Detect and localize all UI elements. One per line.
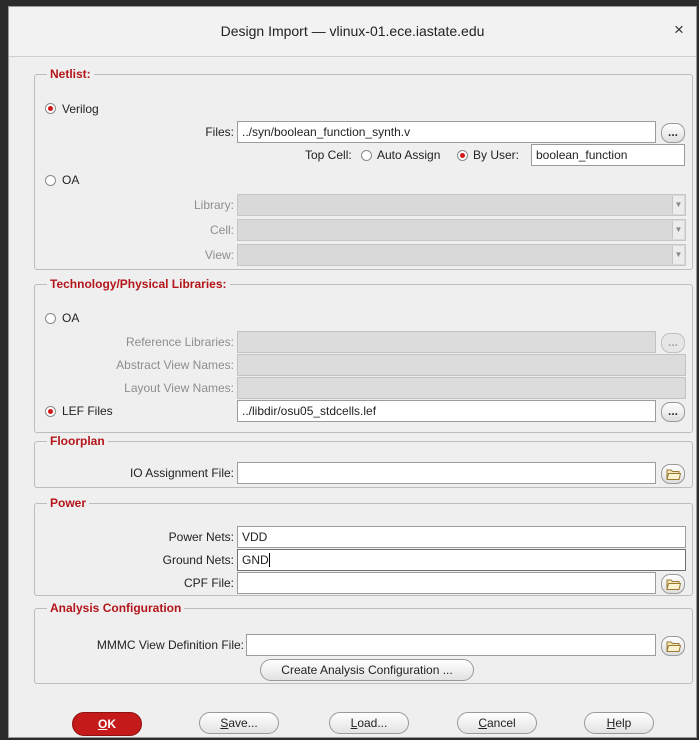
verilog-files-browse-button[interactable]: ...: [661, 123, 685, 143]
netlist-oa-label: OA: [62, 173, 80, 187]
power-legend: Power: [47, 495, 90, 511]
cpf-file-input[interactable]: [237, 572, 656, 594]
load-label: oad...: [357, 716, 388, 730]
window-title: Design Import — vlinux-01.ece.iastate.ed…: [220, 23, 485, 39]
folder-open-icon: [666, 579, 682, 590]
reference-libraries-browse-button[interactable]: ...: [661, 333, 685, 353]
library-label: Library:: [193, 198, 234, 212]
netlist-legend: Netlist:: [47, 66, 94, 82]
cancel-button[interactable]: Cancel: [457, 712, 537, 734]
analysis-configuration-group: Analysis Configuration MMMC View Definit…: [34, 600, 693, 684]
cancel-mnemonic: C: [478, 716, 487, 730]
close-icon[interactable]: ×: [670, 21, 688, 39]
create-analysis-configuration-button[interactable]: Create Analysis Configuration ...: [260, 659, 474, 681]
save-label: ave...: [228, 716, 258, 730]
power-group: Power Power Nets: VDD Ground Nets: GND C…: [34, 495, 693, 596]
tech-oa-radio[interactable]: [45, 313, 56, 324]
abstract-view-names-label: Abstract View Names:: [116, 358, 234, 372]
analysis-configuration-legend: Analysis Configuration: [47, 600, 185, 616]
top-cell-input[interactable]: boolean_function: [531, 144, 685, 166]
abstract-view-names-input[interactable]: [237, 354, 686, 376]
top-cell-label: Top Cell:: [305, 148, 352, 162]
design-import-dialog: Design Import — vlinux-01.ece.iastate.ed…: [8, 6, 697, 738]
title-bar: Design Import — vlinux-01.ece.iastate.ed…: [9, 7, 696, 57]
folder-open-icon: [666, 469, 682, 480]
text-cursor: [268, 553, 270, 567]
verilog-label: Verilog: [62, 102, 99, 116]
ground-nets-value: GND: [242, 553, 269, 567]
ground-nets-input[interactable]: GND: [237, 549, 686, 571]
ground-nets-label: Ground Nets:: [162, 553, 234, 567]
ok-button[interactable]: OK: [72, 712, 142, 736]
netlist-group: Netlist: Verilog Files: ../syn/boolean_f…: [34, 66, 693, 270]
floorplan-group: Floorplan IO Assignment File:: [34, 433, 693, 488]
files-label: Files:: [205, 125, 234, 139]
lef-files-input[interactable]: ../libdir/osu05_stdcells.lef: [237, 400, 656, 422]
mmmc-view-definition-file-input[interactable]: [246, 634, 656, 656]
layout-view-names-label: Layout View Names:: [124, 381, 234, 395]
mmmc-view-definition-file-label: MMMC View Definition File:: [96, 638, 244, 652]
auto-assign-radio[interactable]: [361, 150, 372, 161]
library-select[interactable]: ▼: [237, 194, 686, 216]
tech-oa-label: OA: [62, 311, 80, 325]
cpf-file-browse-button[interactable]: [661, 574, 685, 594]
lef-files-radio[interactable]: [45, 406, 56, 417]
cell-select[interactable]: ▼: [237, 219, 686, 241]
power-nets-label: Power Nets:: [168, 530, 234, 544]
by-user-label: By User:: [473, 148, 520, 162]
load-button[interactable]: Load...: [329, 712, 409, 734]
chevron-down-icon: ▼: [672, 221, 684, 239]
auto-assign-label: Auto Assign: [377, 148, 441, 162]
io-assignment-file-label: IO Assignment File:: [129, 466, 234, 480]
view-label: View:: [204, 248, 234, 262]
io-assignment-browse-button[interactable]: [661, 464, 685, 484]
ok-label: K: [107, 717, 116, 731]
cancel-label: ancel: [486, 716, 516, 730]
power-nets-input[interactable]: VDD: [237, 526, 686, 548]
netlist-oa-radio[interactable]: [45, 175, 56, 186]
io-assignment-file-input[interactable]: [237, 462, 656, 484]
cell-label: Cell:: [209, 223, 234, 237]
lef-files-browse-button[interactable]: ...: [661, 402, 685, 422]
help-label: elp: [615, 716, 632, 730]
chevron-down-icon: ▼: [672, 196, 684, 214]
mmmc-browse-button[interactable]: [661, 636, 685, 656]
floorplan-legend: Floorplan: [47, 433, 108, 449]
by-user-radio[interactable]: [457, 150, 468, 161]
reference-libraries-input[interactable]: [237, 331, 656, 353]
ok-mnemonic: O: [97, 717, 108, 731]
chevron-down-icon: ▼: [672, 246, 684, 264]
folder-open-icon: [666, 641, 682, 652]
verilog-radio[interactable]: [45, 103, 56, 114]
help-button[interactable]: Help: [584, 712, 654, 734]
technology-legend: Technology/Physical Libraries:: [47, 276, 230, 292]
verilog-files-input[interactable]: ../syn/boolean_function_synth.v: [237, 121, 656, 143]
cpf-file-label: CPF File:: [183, 576, 234, 590]
lef-files-label: LEF Files: [62, 404, 113, 418]
reference-libraries-label: Reference Libraries:: [125, 335, 234, 349]
view-select[interactable]: ▼: [237, 244, 686, 266]
save-button[interactable]: Save...: [199, 712, 279, 734]
layout-view-names-input[interactable]: [237, 377, 686, 399]
technology-group: Technology/Physical Libraries: OA Refere…: [34, 276, 693, 433]
